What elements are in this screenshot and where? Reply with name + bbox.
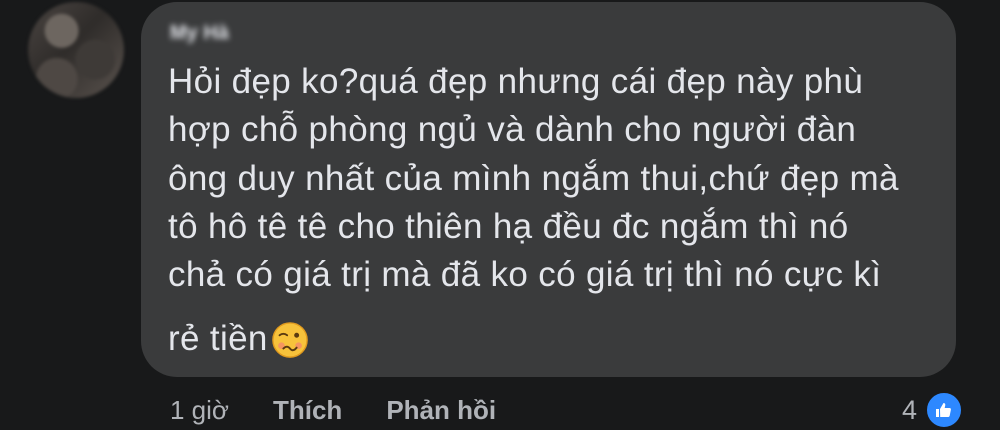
reply-button[interactable]: Phản hồi — [386, 395, 496, 426]
timestamp[interactable]: 1 giờ — [170, 395, 229, 426]
like-icon — [925, 391, 964, 429]
comment-line: hợp chỗ phòng ngủ và dành cho người đàn — [168, 110, 857, 150]
comment-author[interactable]: My Hà — [170, 22, 265, 44]
comment-line: ông duy nhất của mình ngắm thui,chứ đẹp … — [168, 158, 899, 198]
reaction-count: 4 — [902, 394, 918, 425]
comment-actions: 1 giờ Thích Phản hồi — [170, 392, 496, 428]
avatar[interactable] — [28, 2, 124, 98]
comment-last-line: rẻ tiền — [168, 315, 948, 363]
comment-line: chả có giá trị mà đã ko có giá trị thì n… — [168, 255, 882, 295]
reaction-summary[interactable]: 4 — [902, 390, 964, 430]
author-name[interactable]: My Hà — [170, 22, 229, 45]
comment-line: tô hô tê tê cho thiên hạ đều đc ngắm thì… — [168, 206, 849, 246]
comment-text: Hỏi đẹp ko?quá đẹp nhưng cái đẹp này phù… — [168, 58, 948, 364]
comment-line: rẻ tiền — [168, 319, 268, 359]
woozy-face-icon — [271, 321, 308, 358]
like-button[interactable]: Thích — [273, 395, 342, 426]
comment-line: Hỏi đẹp ko?quá đẹp nhưng cái đẹp này phù — [168, 62, 864, 101]
